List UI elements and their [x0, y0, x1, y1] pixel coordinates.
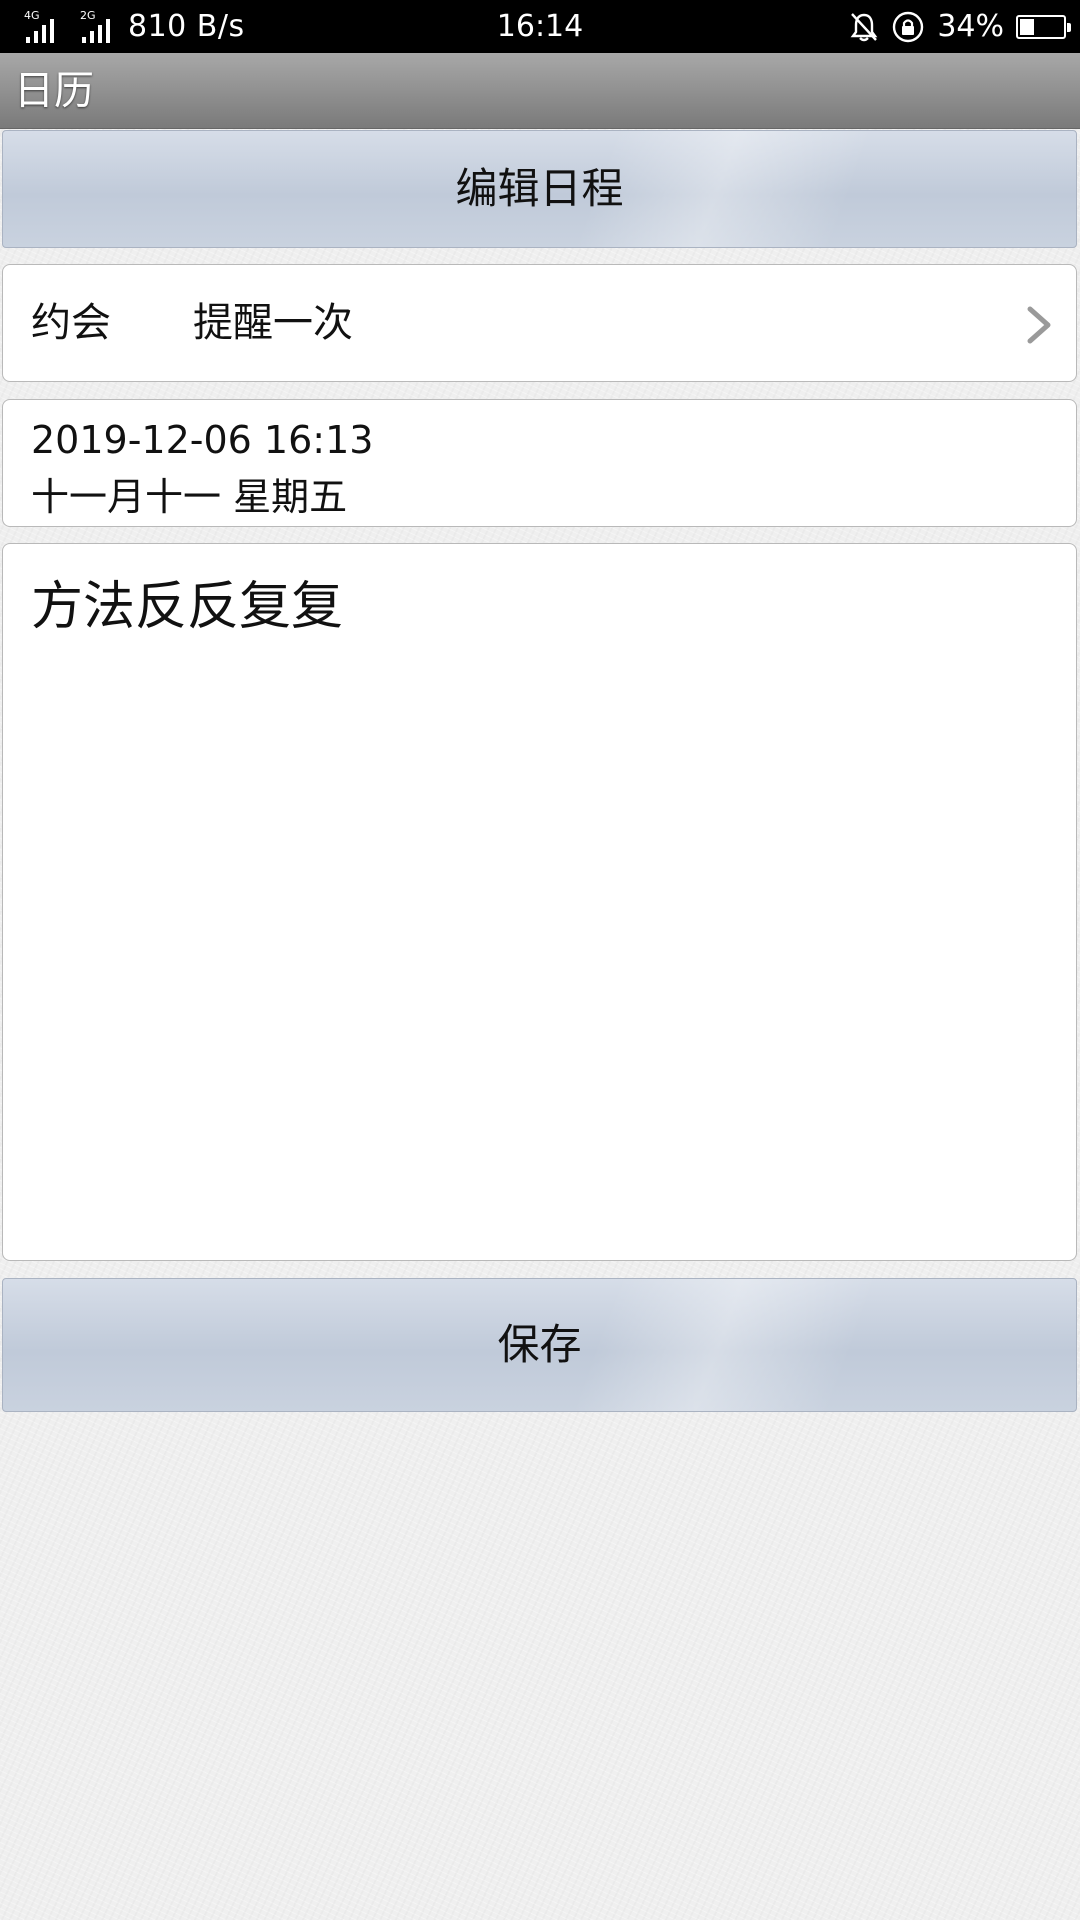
datetime-field[interactable]: 2019-12-06 16:13 十一月十一 星期五	[2, 399, 1077, 527]
event-type-label: 约会	[31, 300, 111, 346]
chevron-right-icon	[1027, 306, 1051, 344]
status-bar: 4G 2G 810 B/s 16:14 34%	[0, 0, 1080, 53]
app-title: 日历	[14, 68, 94, 114]
battery-percent: 34%	[937, 9, 1004, 44]
page-title: 编辑日程	[2, 130, 1077, 248]
battery-level	[1020, 18, 1035, 35]
datetime-value: 2019-12-06 16:13	[31, 418, 374, 462]
status-right: 34%	[849, 0, 1071, 53]
reminder-label: 提醒一次	[193, 300, 353, 346]
title-bar: 日历	[0, 53, 1080, 129]
save-button[interactable]: 保存	[2, 1278, 1077, 1412]
alarm-off-icon	[850, 12, 878, 41]
lunar-date-value: 十一月十一 星期五	[31, 475, 348, 519]
note-text: 方法反反复复	[31, 577, 344, 637]
rotation-lock-icon	[893, 11, 924, 42]
event-type-row[interactable]: 约会 提醒一次	[2, 264, 1077, 382]
note-textarea[interactable]: 方法反反复复	[2, 543, 1077, 1261]
battery-icon	[1016, 14, 1071, 39]
